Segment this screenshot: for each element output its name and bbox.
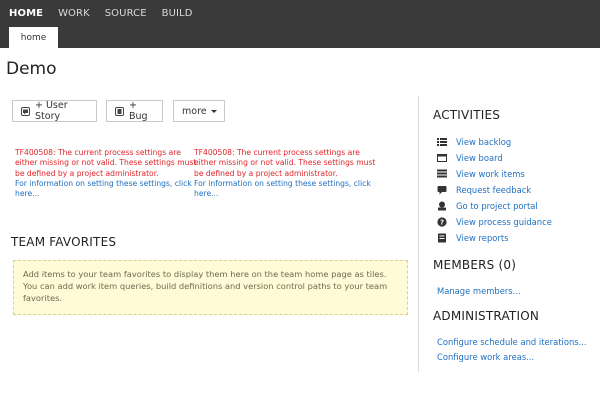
activity-label: View reports [456,233,509,243]
column-divider [418,96,419,372]
error-help-link-2[interactable]: For information on setting these setting… [194,179,379,200]
activity-label: View backlog [456,137,512,147]
activity-view-reports[interactable]: View reports [437,230,552,246]
backlog-icon [437,137,447,147]
top-bar: HOME WORK SOURCE BUILD home [0,0,600,48]
board-icon [437,153,447,163]
more-label: more [182,105,207,117]
error-help-link-1[interactable]: For information on setting these setting… [15,179,200,200]
work-items-icon [437,169,447,179]
error-text-2: TF400508: The current process settings a… [194,148,376,178]
chevron-down-icon [210,110,217,113]
nav-work[interactable]: WORK [49,8,90,19]
bug-icon [115,106,124,116]
svg-text:?: ? [440,219,444,227]
configure-schedule-link[interactable]: Configure schedule and iterations... [437,337,587,347]
activity-view-work-items[interactable]: View work items [437,166,552,182]
help-icon: ? [437,217,447,227]
activities-list: View backlog View board View work items … [437,134,552,246]
page-title: Demo [6,59,57,79]
error-message-2: TF400508: The current process settings a… [194,148,379,199]
activity-label: Request feedback [456,185,532,195]
add-bug-label: + Bug [129,100,148,122]
activity-process-guidance[interactable]: ? View process guidance [437,214,552,230]
manage-members-link[interactable]: Manage members... [437,286,521,296]
user-story-icon [21,106,30,116]
nav-source[interactable]: SOURCE [96,8,147,19]
nav-build[interactable]: BUILD [153,8,193,19]
activity-label: View work items [456,169,525,179]
reports-icon [437,233,447,243]
activity-label: Go to project portal [456,201,538,211]
team-favorites-placeholder: Add items to your team favorites to disp… [13,260,408,315]
top-nav: HOME WORK SOURCE BUILD [0,0,199,26]
activity-label: View board [456,153,503,163]
more-button[interactable]: more [173,100,225,122]
activities-heading: ACTIVITIES [433,108,501,122]
activity-project-portal[interactable]: Go to project portal [437,198,552,214]
add-user-story-button[interactable]: + User Story [12,100,97,122]
configure-areas-link[interactable]: Configure work areas... [437,352,534,362]
team-favorites-heading: TEAM FAVORITES [11,235,117,249]
members-heading: MEMBERS (0) [433,258,517,272]
nav-home[interactable]: HOME [0,8,43,19]
activity-view-backlog[interactable]: View backlog [437,134,552,150]
portal-icon [437,201,447,211]
error-message-1: TF400508: The current process settings a… [15,148,200,199]
error-text-1: TF400508: The current process settings a… [15,148,197,178]
tab-home[interactable]: home [9,27,58,48]
activity-label: View process guidance [456,217,552,227]
feedback-icon [437,185,447,195]
add-user-story-label: + User Story [35,100,68,122]
administration-heading: ADMINISTRATION [433,309,540,323]
activity-request-feedback[interactable]: Request feedback [437,182,552,198]
activity-view-board[interactable]: View board [437,150,552,166]
add-bug-button[interactable]: + Bug [106,100,163,122]
